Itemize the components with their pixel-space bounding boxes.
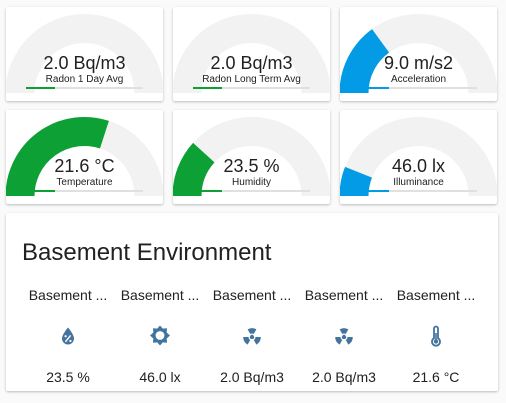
gauge-underline [26, 87, 143, 89]
gauge-underline [360, 87, 477, 89]
entity-name: Basement ... [212, 287, 292, 303]
gauge-value: 9.0 m/s2 [383, 53, 454, 73]
entity-name: Basement ... [304, 287, 384, 303]
gauge-value: 23.5 % [223, 156, 280, 176]
gauge-label: Illuminance [393, 177, 444, 188]
entity-state: 46.0 lx [139, 369, 181, 385]
gauge-card-radon-1-day[interactable]: 2.0 Bq/m3 Radon 1 Day Avg [6, 7, 163, 101]
gauge-card-humidity[interactable]: 23.5 % Humidity [173, 110, 330, 204]
gauge-underline [360, 190, 477, 192]
entity-illuminance[interactable]: Basement ... 46.0 lx [114, 286, 206, 385]
gauge-underline [193, 190, 310, 192]
radioactive-icon [335, 328, 353, 345]
entity-state: 2.0 Bq/m3 [312, 369, 376, 385]
entity-radon-1-day[interactable]: Basement ... 2.0 Bq/m3 [206, 286, 298, 385]
entity-radon-long-term[interactable]: Basement ... 2.0 Bq/m3 [298, 286, 390, 385]
thermometer-icon [431, 325, 441, 347]
gauge-label: Humidity [232, 177, 271, 188]
gauge-label: Acceleration [390, 74, 447, 85]
gauge-value: 2.0 Bq/m3 [43, 53, 126, 73]
gauge-underline [193, 87, 310, 89]
water-percent-icon [62, 327, 74, 345]
basement-environment-card: Basement Environment Basement ... 23.5 %… [6, 213, 498, 391]
entity-humidity[interactable]: Basement ... 23.5 % [22, 286, 114, 385]
entity-state: 21.6 °C [412, 369, 460, 385]
gauge-card-acceleration[interactable]: 9.0 m/s2 Acceleration [340, 7, 497, 101]
gauge-label: Radon Long Term Avg [202, 74, 301, 85]
gauge-value: 46.0 lx [391, 156, 446, 176]
entity-state: 2.0 Bq/m3 [220, 369, 284, 385]
card-title: Basement Environment [22, 239, 272, 266]
gauge-card-radon-long-term[interactable]: 2.0 Bq/m3 Radon Long Term Avg [173, 7, 330, 101]
gauge-card-illuminance[interactable]: 46.0 lx Illuminance [340, 110, 497, 204]
entity-name: Basement ... [120, 287, 200, 303]
entity-name: Basement ... [396, 287, 476, 303]
radioactive-icon [243, 328, 261, 345]
gauge-underline [26, 190, 143, 192]
entity-temperature[interactable]: Basement ... 21.6 °C [390, 286, 482, 385]
entity-state: 23.5 % [46, 369, 90, 385]
gauge-value: 2.0 Bq/m3 [210, 53, 293, 73]
entity-name: Basement ... [28, 287, 108, 303]
gauge-label: Temperature [56, 177, 113, 188]
gauge-value: 21.6 °C [54, 156, 115, 176]
brightness-icon [150, 325, 170, 346]
gauge-label: Radon 1 Day Avg [45, 74, 124, 85]
gauge-card-temperature[interactable]: 21.6 °C Temperature [6, 110, 163, 204]
